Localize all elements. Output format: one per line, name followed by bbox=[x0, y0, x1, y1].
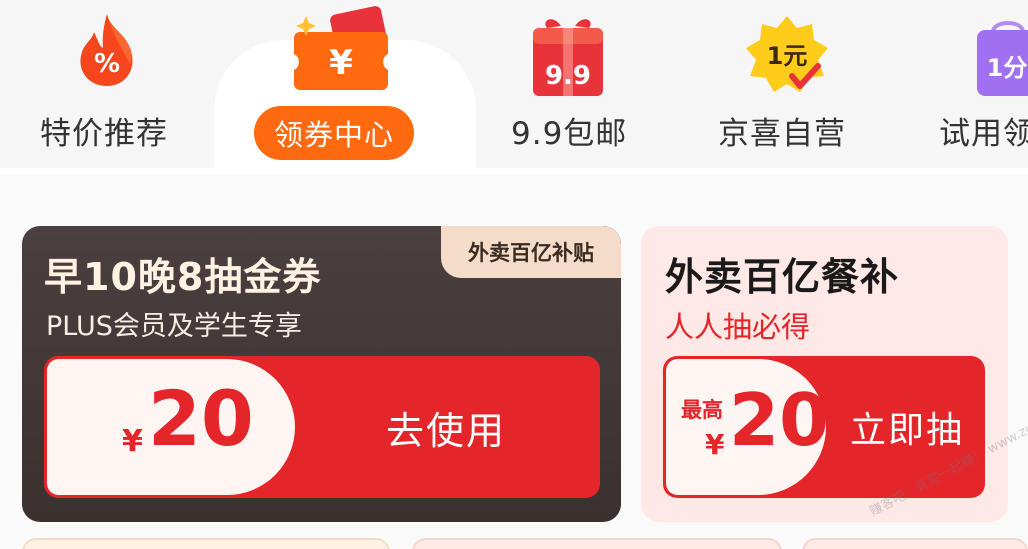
tab-label: 9.9包邮 bbox=[511, 116, 628, 152]
icon-text: 1分 bbox=[987, 54, 1028, 82]
next-card-peek bbox=[802, 538, 1028, 549]
coupon-use-button[interactable]: ¥ 20 去使用 bbox=[44, 356, 600, 498]
svg-text:¥: ¥ bbox=[329, 43, 353, 83]
promo-subtitle: 人人抽必得 bbox=[665, 310, 811, 344]
promo-subtitle: PLUS会员及学生专享 bbox=[46, 311, 302, 342]
coupon-currency: ¥ bbox=[705, 428, 725, 461]
coupon-currency: ¥ bbox=[122, 424, 143, 459]
tab-9-9-free-shipping[interactable]: 9.9 9.9包邮 bbox=[505, 0, 635, 172]
coupon-amount: 20 bbox=[148, 374, 254, 463]
category-tab-bar: % 特价推荐 ¥ 领券中心 9.9 9.9包邮 1元 京喜自营 1分 试用领 bbox=[0, 0, 1028, 174]
next-card-peek bbox=[22, 538, 390, 549]
tab-label: 特价推荐 bbox=[40, 116, 168, 152]
tab-label: 领券中心 bbox=[254, 106, 415, 160]
promo-card-gold-coupon[interactable]: 外卖百亿补贴 早10晚8抽金券 PLUS会员及学生专享 ¥ 20 去使用 bbox=[22, 226, 621, 522]
coupon-amount: 20 bbox=[729, 378, 830, 462]
fire-percent-icon: % bbox=[80, 14, 133, 86]
icon-text: 1元 bbox=[767, 42, 808, 70]
promo-tag: 外卖百亿补贴 bbox=[441, 226, 621, 278]
yen-coupon-icon: ¥ bbox=[294, 6, 388, 90]
use-now-label: 去使用 bbox=[385, 408, 506, 453]
promo-title: 外卖百亿餐补 bbox=[665, 255, 900, 299]
one-yuan-badge-icon: 1元 bbox=[746, 16, 828, 92]
trial-bag-icon: 1分 bbox=[977, 21, 1028, 96]
icon-text: 9.9 bbox=[545, 61, 591, 91]
gift-box-9.9-icon: 9.9 bbox=[533, 19, 603, 96]
draw-now-label: 立即抽 bbox=[849, 410, 964, 451]
promo-title: 早10晚8抽金券 bbox=[44, 255, 322, 299]
tab-coupon-center[interactable]: ¥ 领券中心 bbox=[250, 0, 440, 172]
tab-trial[interactable]: 1分 试用领 bbox=[935, 0, 1028, 172]
tab-label: 试用领 bbox=[939, 116, 1028, 152]
tab-special-price[interactable]: % 特价推荐 bbox=[30, 0, 180, 172]
next-card-peek bbox=[412, 538, 782, 549]
tab-label: 京喜自营 bbox=[718, 116, 846, 152]
svg-text:%: % bbox=[94, 49, 120, 79]
coupon-prefix: 最高 bbox=[681, 398, 723, 422]
tab-jingxi-self-run[interactable]: 1元 京喜自营 bbox=[712, 0, 862, 172]
